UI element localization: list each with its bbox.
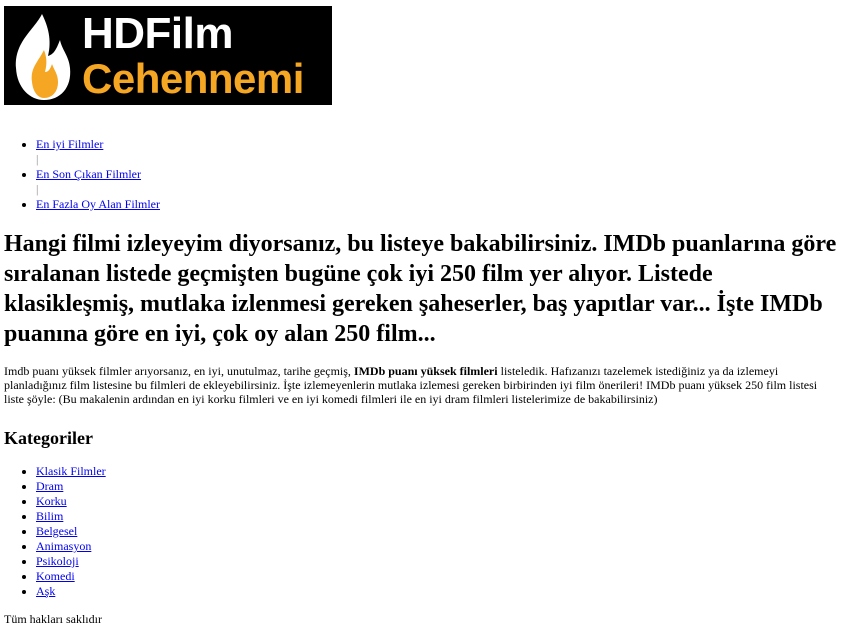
- nav-link-most-voted[interactable]: En Fazla Oy Alan Filmler: [36, 197, 160, 211]
- category-link-dram[interactable]: Dram: [36, 479, 63, 493]
- list-item: Belgesel: [36, 524, 106, 539]
- footer-copyright: Tüm hakları saklıdır: [4, 612, 102, 626]
- nav-item-latest-films: En Son Çıkan Filmler|: [36, 167, 160, 197]
- list-item: Dram: [36, 479, 106, 494]
- list-item: Korku: [36, 494, 106, 509]
- intro-paragraph: Imdb puanı yüksek filmler arıyorsanız, e…: [4, 364, 840, 406]
- flame-icon: [15, 14, 71, 100]
- nav-item-most-voted: En Fazla Oy Alan Filmler: [36, 197, 160, 211]
- logo-text-secondary: Cehennemi: [82, 55, 304, 102]
- category-link-bilim[interactable]: Bilim: [36, 509, 63, 523]
- nav-link-latest-films[interactable]: En Son Çıkan Filmler: [36, 167, 141, 181]
- nav-link-best-films[interactable]: En iyi Filmler: [36, 137, 103, 151]
- categories-title: Kategoriler: [4, 428, 93, 448]
- list-item: Psikoloji: [36, 554, 106, 569]
- list-item: Bilim: [36, 509, 106, 524]
- category-link-klasik[interactable]: Klasik Filmler: [36, 464, 106, 478]
- list-item: Animasyon: [36, 539, 106, 554]
- intro-text-start: Imdb puanı yüksek filmler arıyorsanız, e…: [4, 364, 354, 378]
- page-headline: Hangi filmi izleyeyim diyorsanız, bu lis…: [4, 231, 837, 347]
- category-link-korku[interactable]: Korku: [36, 494, 67, 508]
- nav-separator: |: [36, 182, 39, 196]
- nav-item-best-films: En iyi Filmler|: [36, 137, 160, 167]
- list-item: Klasik Filmler: [36, 464, 106, 479]
- intro-text-bold: IMDb puanı yüksek filmleri: [353, 364, 498, 378]
- site-logo[interactable]: HDFilm Cehennemi: [4, 6, 332, 105]
- category-list: Klasik Filmler Dram Korku Bilim Belgesel…: [0, 464, 106, 599]
- category-link-belgesel[interactable]: Belgesel: [36, 524, 77, 538]
- category-link-psikoloji[interactable]: Psikoloji: [36, 554, 79, 568]
- list-item: Komedi: [36, 569, 106, 584]
- top-nav: En iyi Filmler| En Son Çıkan Filmler| En…: [0, 137, 160, 211]
- list-item: Aşk: [36, 584, 106, 599]
- category-link-komedi[interactable]: Komedi: [36, 569, 75, 583]
- logo-text-primary: HDFilm: [82, 9, 234, 58]
- category-link-ask[interactable]: Aşk: [36, 584, 55, 598]
- category-link-animasyon[interactable]: Animasyon: [36, 539, 91, 553]
- nav-separator: |: [36, 152, 39, 166]
